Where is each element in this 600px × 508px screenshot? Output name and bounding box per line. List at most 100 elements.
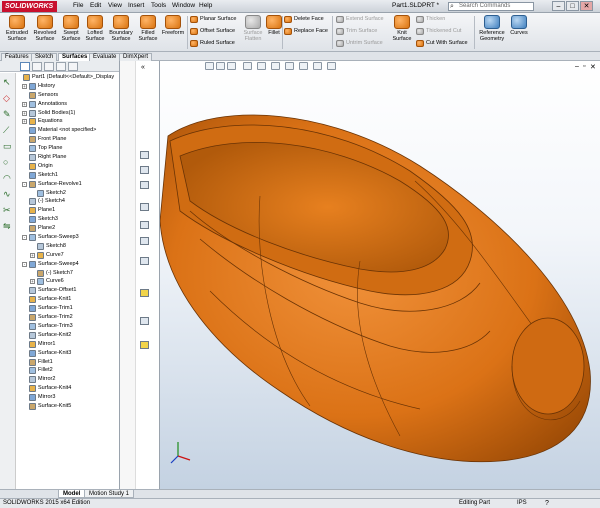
tree-item[interactable]: Origin xyxy=(16,162,119,171)
reference-geometry-button[interactable]: Reference Geometry xyxy=(477,15,507,42)
tree-item[interactable]: Sketch1 xyxy=(16,171,119,180)
menu-edit[interactable]: Edit xyxy=(90,2,101,9)
menu-help[interactable]: Help xyxy=(199,2,212,9)
tree-item[interactable]: (-) Sketch4 xyxy=(16,197,119,206)
configuration-tab-icon[interactable] xyxy=(44,62,54,71)
fillet-button[interactable]: Fillet xyxy=(266,15,282,36)
tab-dimxpert[interactable]: DimXpert xyxy=(119,53,153,61)
help-icon[interactable]: ? xyxy=(545,499,549,508)
tree-item[interactable]: Surface-Knit2 xyxy=(16,331,119,340)
tree-item[interactable]: Material <not specified> xyxy=(16,126,119,135)
tree-item[interactable]: Mirror3 xyxy=(16,393,119,402)
arc-icon[interactable]: ◠ xyxy=(3,173,11,184)
tab-evaluate[interactable]: Evaluate xyxy=(89,53,121,61)
menu-insert[interactable]: Insert xyxy=(128,2,144,9)
tree-item[interactable]: + History xyxy=(16,82,119,91)
tree-item[interactable]: Mirror1 xyxy=(16,340,119,349)
expand-toggle-icon[interactable]: - xyxy=(22,181,27,187)
tree-item[interactable]: Top Plane xyxy=(16,144,119,153)
menu-file[interactable]: File xyxy=(73,2,83,9)
circle-icon[interactable]: ○ xyxy=(3,157,8,167)
tree-item[interactable]: Surface-Knit3 xyxy=(16,349,119,358)
trim-entities-icon[interactable]: ✂ xyxy=(3,205,11,216)
tree-item[interactable]: + Curve6 xyxy=(16,277,119,286)
display-manager-tab-icon[interactable] xyxy=(68,62,78,71)
tab-features[interactable]: Features xyxy=(1,53,33,61)
thickened-cut-button[interactable]: Thickened Cut xyxy=(416,28,461,36)
tree-item[interactable]: Surface-Trim2 xyxy=(16,313,119,322)
tree-item[interactable]: Fillet1 xyxy=(16,358,119,367)
curve-tool-icon[interactable] xyxy=(140,341,149,349)
sketch-tool-icon[interactable] xyxy=(140,181,149,189)
thicken-button[interactable]: Thicken xyxy=(416,16,445,24)
boundary-surface-button[interactable]: Boundary Surface xyxy=(107,15,135,42)
tree-item[interactable]: Surface-Knit5 xyxy=(16,402,119,411)
ruled-surface-button[interactable]: Ruled Surface xyxy=(190,40,235,48)
surface-flatten-button[interactable]: Surface Flatten xyxy=(240,15,266,42)
solidworks-logo[interactable]: SOLIDWORKS xyxy=(2,1,57,12)
dimxpert-tab-icon[interactable] xyxy=(56,62,66,71)
sketch-tool-icon[interactable] xyxy=(140,151,149,159)
tree-item[interactable]: - Surface-Sweep3 xyxy=(16,233,119,242)
tree-item[interactable]: - Surface-Sweep4 xyxy=(16,260,119,269)
curve-tool-icon[interactable] xyxy=(140,289,149,297)
pointer-icon[interactable]: ↖ xyxy=(3,77,11,88)
sketch-tool-icon[interactable] xyxy=(140,257,149,265)
tree-item[interactable]: Plane1 xyxy=(16,206,119,215)
tab-sketch[interactable]: Sketch xyxy=(31,53,58,61)
tab-surfaces[interactable]: Surfaces xyxy=(58,53,92,61)
feature-tree-tab-icon[interactable] xyxy=(20,62,30,71)
tree-item[interactable]: + Annotations xyxy=(16,100,119,109)
sketch-tool-icon[interactable] xyxy=(140,317,149,325)
tree-item[interactable]: Sketch3 xyxy=(16,215,119,224)
mirror-entities-icon[interactable]: ⇋ xyxy=(3,221,11,232)
filled-surface-button[interactable]: Filled Surface xyxy=(135,15,161,42)
smart-dimension-icon[interactable]: ◇ xyxy=(3,93,10,104)
tree-item[interactable]: Surface-Offset1 xyxy=(16,286,119,295)
tree-item[interactable]: Surface-Knit4 xyxy=(16,384,119,393)
untrim-surface-button[interactable]: Untrim Surface xyxy=(336,40,383,48)
swept-surface-button[interactable]: Swept Surface xyxy=(58,15,84,42)
sketch-tool-icon[interactable] xyxy=(140,166,149,174)
tab-motion-study[interactable]: Motion Study 1 xyxy=(84,490,135,498)
menu-tools[interactable]: Tools xyxy=(151,2,166,9)
menu-view[interactable]: View xyxy=(108,2,122,9)
tree-item[interactable]: Fillet2 xyxy=(16,366,119,375)
sketch-tool-icon[interactable] xyxy=(140,221,149,229)
rectangle-icon[interactable]: ▭ xyxy=(3,141,12,152)
collapse-panel-icon[interactable]: « xyxy=(141,64,145,71)
planar-surface-button[interactable]: Planar Surface xyxy=(190,16,236,24)
revolved-surface-button[interactable]: Revolved Surface xyxy=(31,15,59,42)
close-button[interactable]: ✕ xyxy=(580,1,593,11)
tree-item[interactable]: + Curve7 xyxy=(16,251,119,260)
delete-face-button[interactable]: Delete Face xyxy=(284,16,324,24)
graphics-viewport[interactable]: – ▫ ✕ xyxy=(160,61,600,489)
menu-window[interactable]: Window xyxy=(172,2,195,9)
tree-item[interactable]: Surface-Knit1 xyxy=(16,295,119,304)
expand-toggle-icon[interactable]: - xyxy=(22,235,27,241)
trim-surface-button[interactable]: Trim Surface xyxy=(336,28,377,36)
knit-surface-button[interactable]: Knit Surface xyxy=(390,15,414,42)
tree-item[interactable]: Surface-Trim3 xyxy=(16,322,119,331)
expand-toggle-icon[interactable]: + xyxy=(22,119,27,125)
sketch-icon[interactable]: ✎ xyxy=(3,109,11,120)
tab-model[interactable]: Model xyxy=(58,490,86,498)
replace-face-button[interactable]: Replace Face xyxy=(284,28,328,36)
maximize-button[interactable]: □ xyxy=(566,1,579,11)
expand-toggle-icon[interactable]: + xyxy=(22,83,27,89)
expand-toggle-icon[interactable]: + xyxy=(22,110,27,116)
tree-item[interactable]: Front Plane xyxy=(16,135,119,144)
tree-item[interactable]: + Solid Bodies(1) xyxy=(16,109,119,118)
extruded-surface-button[interactable]: Extruded Surface xyxy=(2,15,32,42)
sketch-tool-icon[interactable] xyxy=(140,203,149,211)
tree-item[interactable]: (-) Sketch7 xyxy=(16,269,119,278)
lofted-surface-button[interactable]: Lofted Surface xyxy=(83,15,107,42)
expand-toggle-icon[interactable]: + xyxy=(30,279,35,285)
cut-with-surface-button[interactable]: Cut With Surface xyxy=(416,40,468,48)
expand-toggle-icon[interactable]: - xyxy=(22,261,27,267)
tree-item[interactable]: Sketch8 xyxy=(16,242,119,251)
extend-surface-button[interactable]: Extend Surface xyxy=(336,16,384,24)
search-commands-input[interactable]: ⌕ Search Commands xyxy=(448,2,534,11)
tree-item[interactable]: - Surface-Revolve1 xyxy=(16,180,119,189)
property-manager-tab-icon[interactable] xyxy=(32,62,42,71)
